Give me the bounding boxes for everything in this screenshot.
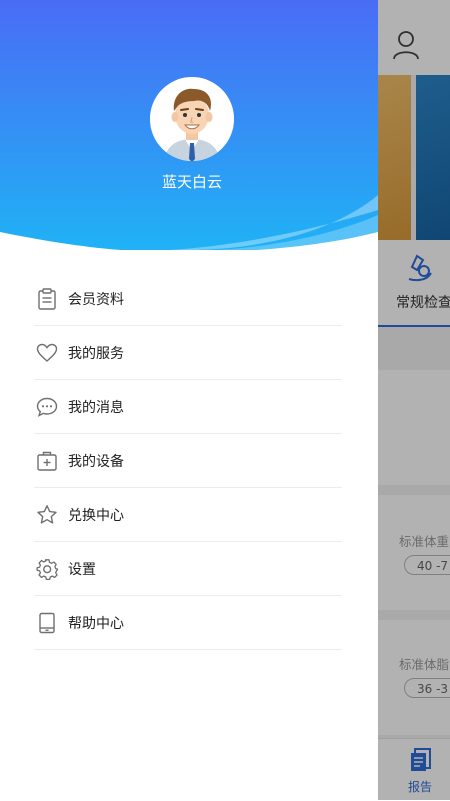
user-avatar[interactable]: [150, 77, 234, 161]
clipboard-icon: [36, 287, 58, 310]
drawer-menu: 会员资料 我的服务 我的消息 我的设备 兑换中心 设置 帮助中心: [34, 272, 342, 650]
menu-label: 我的设备: [68, 453, 124, 470]
drawer-scrim-overlay[interactable]: [378, 0, 450, 800]
avatar-illustration: [150, 77, 234, 161]
menu-label: 我的消息: [68, 399, 124, 416]
gear-icon: [36, 558, 58, 580]
menu-item-my-devices[interactable]: 我的设备: [34, 434, 342, 488]
menu-label: 帮助中心: [68, 615, 124, 632]
menu-item-member-profile[interactable]: 会员资料: [34, 272, 342, 326]
heart-icon: [36, 342, 58, 364]
menu-item-redeem-center[interactable]: 兑换中心: [34, 488, 342, 542]
menu-item-settings[interactable]: 设置: [34, 542, 342, 596]
navigation-drawer: 蓝天白云 会员资料 我的服务 我的消息 我的设备 兑换中心 设置 帮助中心: [0, 0, 378, 800]
menu-item-my-messages[interactable]: 我的消息: [34, 380, 342, 434]
menu-label: 会员资料: [68, 291, 124, 308]
medical-kit-icon: [36, 450, 58, 472]
username-label[interactable]: 蓝天白云: [0, 171, 378, 192]
tablet-icon: [36, 612, 58, 634]
menu-label: 设置: [68, 561, 96, 578]
star-icon: [36, 504, 58, 526]
menu-item-help-center[interactable]: 帮助中心: [34, 596, 342, 650]
menu-label: 兑换中心: [68, 507, 124, 524]
chat-bubble-icon: [36, 396, 58, 418]
menu-item-my-services[interactable]: 我的服务: [34, 326, 342, 380]
menu-label: 我的服务: [68, 345, 124, 362]
